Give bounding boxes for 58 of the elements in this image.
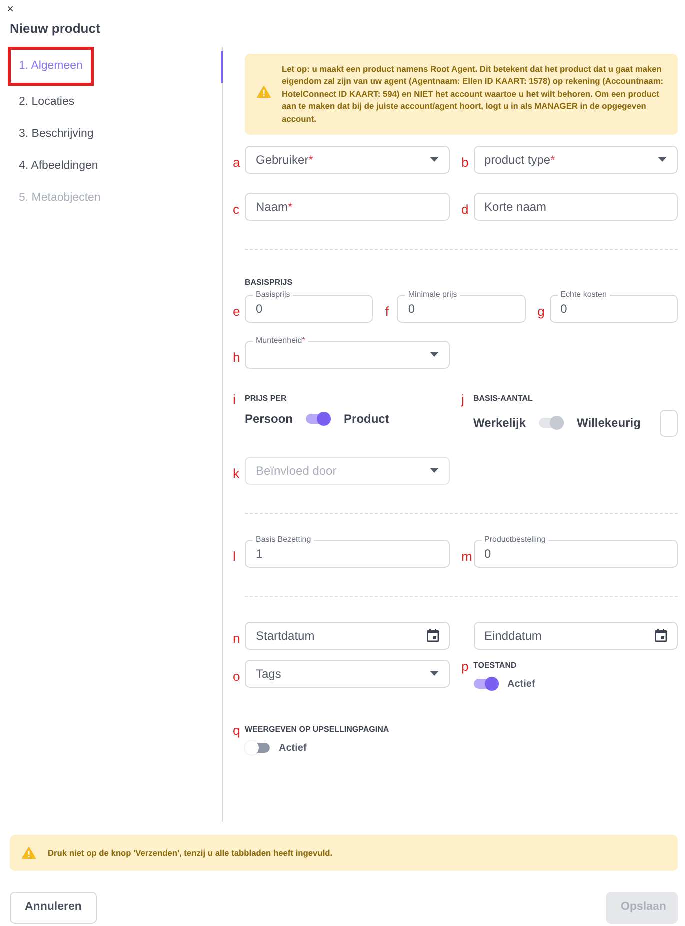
active-indicator <box>221 50 223 82</box>
annotation-letter: q <box>233 724 242 737</box>
section-heading: PRIJS PER <box>245 392 288 405</box>
annotation-letter: a <box>233 154 242 169</box>
field-label: Productbestelling <box>482 534 549 546</box>
toggle-label: Willekeurig <box>576 415 641 432</box>
field-label: Basis Bezetting <box>253 534 314 546</box>
date-field[interactable]: Startdatum <box>245 622 450 650</box>
annotation-letter: e <box>233 302 242 318</box>
annotation-letter: n <box>233 630 242 645</box>
toggle-label: Actief <box>279 742 307 756</box>
field-label: Minimale prijs <box>405 288 460 301</box>
cancel-button[interactable]: Annuleren <box>10 892 97 924</box>
toggle-label: Actief <box>508 678 536 692</box>
annotation-letter: l <box>233 548 237 563</box>
warning-icon <box>22 846 36 859</box>
calendar-icon <box>426 629 438 642</box>
annotation-letter: f <box>385 302 390 318</box>
section-heading: WEERGEVEN OP UPSELLINGPAGINA <box>245 724 390 736</box>
toggle-switch[interactable] <box>245 741 270 756</box>
annotation-letter: i <box>233 392 237 406</box>
caret-icon <box>658 157 667 162</box>
caret-icon <box>430 352 438 358</box>
dialog-title: Nieuw product <box>9 20 102 38</box>
annotation-letter: m <box>462 548 474 563</box>
annotation-letter: g <box>538 302 546 318</box>
annotation-letter: b <box>462 154 470 169</box>
input-field[interactable]: Korte naam <box>474 192 678 221</box>
annotation-letter: d <box>462 200 470 216</box>
annotation-letter: o <box>233 668 242 683</box>
select-field[interactable]: product type* <box>474 146 678 174</box>
toggle-label: Werkelijk <box>474 415 526 432</box>
annotation-letter: p <box>462 660 470 673</box>
toggle-switch[interactable] <box>306 412 332 426</box>
warning-notice: Let op: u maakt een product namens Root Agent. Dit betekent dat het product dat u gaat maken eigendom zal zijn van uw agent (Agentnaam: Ellen ID KAART: 1578) op rekening (Accountnaam: HotelConnect ID KAART: 594) en NIET het account waartoe u het wilt behoren. Om een product aan te maken dat bij de juiste account/agent hoort, logt u in als MANAGER in de opgegeven account. <box>245 54 678 135</box>
annotation-letter: h <box>233 348 242 364</box>
select-field[interactable]: Gebruiker* <box>245 146 450 174</box>
field-label: Basisprijs <box>253 288 294 301</box>
section-heading: TOESTAND <box>474 660 518 672</box>
section-heading: BASIS-AANTAL <box>474 392 534 405</box>
toggle-label: Persoon <box>245 410 294 428</box>
warning-icon <box>257 86 271 98</box>
section-heading: BASISPRIJS <box>245 276 294 289</box>
caret-icon <box>430 157 438 162</box>
select-field[interactable]: Tags <box>245 660 450 688</box>
toggle-label: Product <box>344 410 390 428</box>
warning-notice: Druk niet op de knop 'Verzenden', tenzij u alle tabbladen heeft ingevuld. <box>10 834 678 872</box>
caret-icon <box>430 468 438 474</box>
calendar-icon <box>655 629 667 642</box>
input-field[interactable]: Naam* <box>245 192 450 221</box>
annotation-letter: j <box>462 392 466 406</box>
toggle-switch[interactable] <box>474 677 498 692</box>
annotation-letter: k <box>233 464 240 480</box>
caret-icon <box>430 671 438 676</box>
date-field[interactable]: Einddatum <box>474 622 678 650</box>
step-tab[interactable]: 1. Algemeen <box>8 46 94 86</box>
annotation-letter: c <box>233 200 240 216</box>
close-button[interactable]: × <box>0 0 685 15</box>
